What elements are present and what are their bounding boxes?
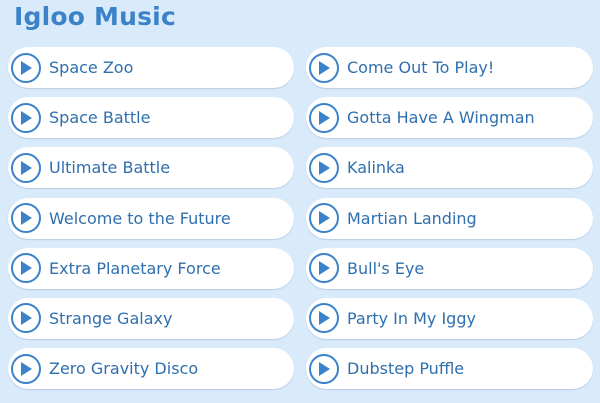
- track-label: Come Out To Play!: [347, 58, 495, 77]
- track-label: Space Battle: [49, 108, 151, 128]
- track-item[interactable]: Ultimate Battle: [8, 147, 294, 189]
- track-label: Bull's Eye: [347, 258, 425, 278]
- play-icon[interactable]: [309, 52, 339, 83]
- track-item[interactable]: Come Out To Play!: [306, 47, 593, 88]
- track-item[interactable]: Space Battle: [8, 97, 294, 139]
- track-label: Gotta Have A Wingman: [347, 108, 535, 128]
- play-icon[interactable]: [309, 253, 339, 284]
- play-icon[interactable]: [309, 203, 339, 234]
- track-item[interactable]: Bull's Eye: [306, 247, 593, 289]
- track-item[interactable]: Strange Galaxy: [8, 297, 294, 339]
- track-label: Space Zoo: [49, 58, 134, 77]
- track-item[interactable]: Kalinka: [306, 147, 593, 189]
- play-icon[interactable]: [11, 353, 41, 384]
- track-item[interactable]: Martian Landing: [306, 197, 593, 239]
- play-icon[interactable]: [11, 303, 41, 334]
- track-label: Strange Galaxy: [49, 308, 173, 328]
- track-item[interactable]: Zero Gravity Disco: [8, 348, 294, 390]
- track-label: Zero Gravity Disco: [49, 359, 199, 379]
- track-label: Welcome to the Future: [49, 208, 231, 228]
- play-icon[interactable]: [309, 152, 339, 183]
- track-label: Martian Landing: [347, 208, 477, 228]
- play-icon[interactable]: [309, 353, 339, 384]
- play-icon[interactable]: [11, 203, 41, 234]
- play-icon[interactable]: [11, 253, 41, 284]
- play-icon[interactable]: [309, 102, 339, 133]
- track-label: Dubstep Puffle: [347, 359, 465, 379]
- track-label: Party In My Iggy: [347, 308, 476, 328]
- track-item[interactable]: Extra Planetary Force: [8, 247, 294, 289]
- play-icon[interactable]: [11, 152, 41, 183]
- play-icon[interactable]: [309, 303, 339, 334]
- play-icon[interactable]: [11, 102, 41, 133]
- track-label: Kalinka: [347, 158, 405, 178]
- track-label: Extra Planetary Force: [49, 258, 221, 278]
- track-item[interactable]: Welcome to the Future: [8, 197, 294, 239]
- page-title: Igloo Music: [14, 2, 176, 31]
- track-label: Ultimate Battle: [49, 158, 171, 178]
- track-item[interactable]: Dubstep Puffle: [306, 348, 593, 390]
- track-item[interactable]: Party In My Iggy: [306, 297, 593, 339]
- track-item[interactable]: Space Zoo: [8, 47, 294, 88]
- track-list: Space Zoo Come Out To Play! Space Battle…: [8, 47, 593, 390]
- play-icon[interactable]: [11, 52, 41, 83]
- track-item[interactable]: Gotta Have A Wingman: [306, 97, 593, 139]
